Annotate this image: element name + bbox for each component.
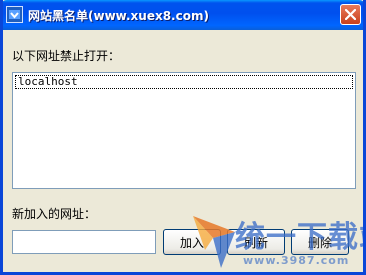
title-bar[interactable]: 网站黑名单(www.xuex8.com) — [3, 0, 363, 30]
blocked-list-label: 以下网址禁止打开： — [12, 49, 121, 63]
list-item[interactable]: localhost — [15, 75, 353, 89]
new-url-label: 新加入的网址： — [12, 207, 97, 221]
watermark-url: www.3987.com — [243, 254, 350, 267]
refresh-button[interactable]: 刷新 — [227, 229, 285, 255]
blocked-url-list[interactable]: localhost — [12, 72, 356, 189]
new-url-input[interactable] — [12, 230, 156, 254]
close-icon — [345, 9, 356, 20]
add-button[interactable]: 加入 — [163, 229, 221, 255]
app-icon — [6, 6, 23, 23]
delete-button[interactable]: 删除 — [291, 229, 349, 255]
close-button[interactable] — [340, 4, 361, 25]
window-title: 网站黑名单(www.xuex8.com) — [28, 9, 209, 23]
blacklist-window: 网站黑名单(www.xuex8.com) 以下网址禁止打开： localhost… — [0, 0, 366, 275]
